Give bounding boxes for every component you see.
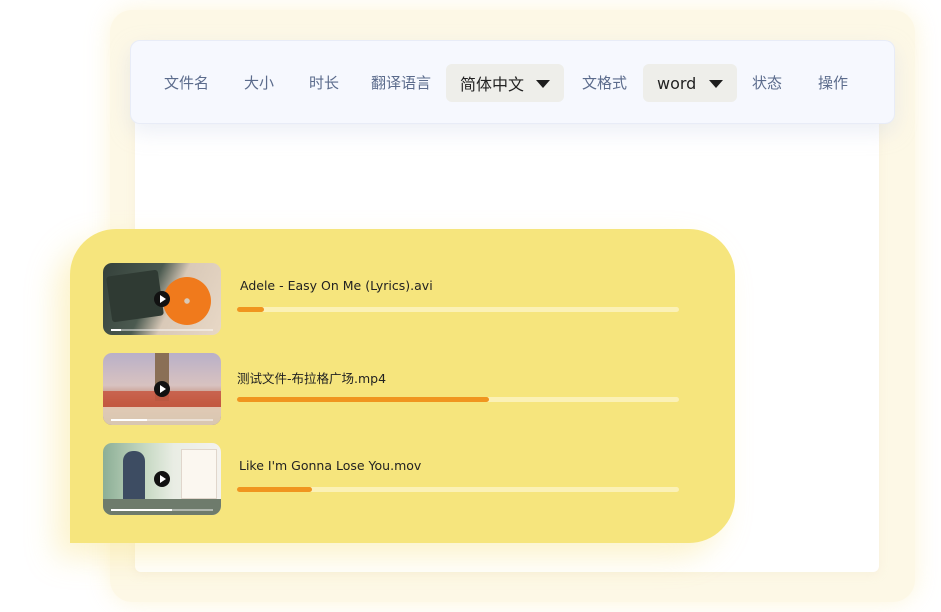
progress-track	[237, 397, 679, 402]
column-size: 大小	[244, 74, 275, 92]
thumbnail-scrub-bar	[111, 509, 213, 511]
thumbnail-scrub-bar	[111, 419, 213, 421]
progress-fill	[237, 397, 489, 402]
table-header-toolbar: 文件名 大小 时长 翻译语言 简体中文 文格式 word 状态 操作	[130, 40, 895, 124]
file-name: Adele - Easy On Me (Lyrics).avi	[240, 278, 433, 293]
progress-fill	[237, 307, 264, 312]
video-thumbnail[interactable]	[103, 443, 221, 515]
column-action: 操作	[818, 74, 849, 92]
format-select-value: word	[657, 73, 697, 93]
play-icon[interactable]	[154, 381, 170, 397]
video-thumbnail[interactable]	[103, 263, 221, 335]
column-doc-format: 文格式	[582, 74, 628, 92]
language-select[interactable]: 简体中文	[446, 64, 564, 102]
file-row[interactable]: Adele - Easy On Me (Lyrics).avi	[103, 263, 713, 335]
progress-track	[237, 487, 679, 492]
caret-down-icon	[709, 80, 723, 88]
column-status: 状态	[752, 74, 783, 92]
play-icon[interactable]	[154, 291, 170, 307]
format-select[interactable]: word	[643, 64, 737, 102]
thumbnail-scrub-bar	[111, 329, 213, 331]
file-list-card: Adele - Easy On Me (Lyrics).avi 测试文件-布拉格…	[70, 229, 735, 543]
language-select-value: 简体中文	[460, 75, 525, 94]
play-icon[interactable]	[154, 471, 170, 487]
column-translate-language: 翻译语言	[371, 74, 432, 92]
file-row[interactable]: 测试文件-布拉格广场.mp4	[103, 353, 713, 425]
caret-down-icon	[536, 80, 550, 88]
video-thumbnail[interactable]	[103, 353, 221, 425]
progress-track	[237, 307, 679, 312]
progress-fill	[237, 487, 313, 492]
file-name: 测试文件-布拉格广场.mp4	[237, 371, 387, 386]
column-filename: 文件名	[164, 74, 210, 92]
file-row[interactable]: Like I'm Gonna Lose You.mov	[103, 443, 713, 515]
file-name: Like I'm Gonna Lose You.mov	[239, 458, 422, 473]
column-duration: 时长	[309, 74, 340, 92]
